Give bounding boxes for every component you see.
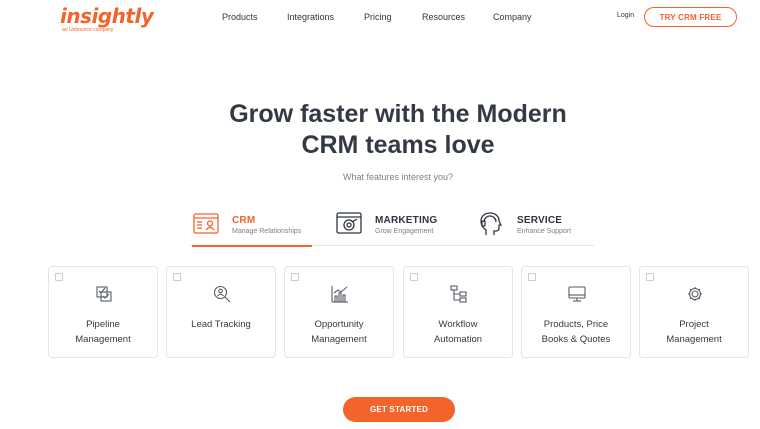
lead-search-icon	[213, 285, 231, 303]
logo-wordmark: insightly	[60, 4, 154, 28]
nav-company[interactable]: Company	[493, 12, 532, 22]
feature-checkbox[interactable]	[410, 273, 418, 281]
checklist-icon	[96, 286, 112, 302]
tab-service-title: SERVICE	[517, 215, 563, 226]
tab-crm-title: CRM	[232, 215, 256, 226]
feature-checkbox[interactable]	[173, 273, 181, 281]
monitor-icon	[568, 286, 586, 302]
tab-crm-subtitle: Manage Relationships	[232, 228, 302, 235]
tab-marketing[interactable]: MARKETING Grow Engagement	[335, 210, 455, 246]
nav-pricing[interactable]: Pricing	[364, 12, 392, 22]
crm-icon	[193, 213, 219, 234]
feature-card-opportunity[interactable]: Opportunity Management	[284, 266, 394, 358]
feature-label: Opportunity Management	[311, 319, 367, 345]
feature-card-lead-tracking[interactable]: Lead Tracking	[166, 266, 276, 358]
chart-icon	[331, 286, 348, 303]
site-header: insightly an Unbounce company Products I…	[0, 0, 760, 40]
tab-marketing-title: MARKETING	[375, 215, 438, 226]
feature-label: Pipeline Management	[75, 319, 131, 345]
feature-checkbox[interactable]	[291, 273, 299, 281]
feature-checkbox[interactable]	[55, 273, 63, 281]
feature-card-project[interactable]: Project Management	[639, 266, 749, 358]
marketing-icon	[336, 212, 362, 234]
gear-network-icon	[688, 287, 702, 301]
feature-label: Lead Tracking	[191, 319, 251, 330]
feature-checkbox[interactable]	[528, 273, 536, 281]
insightly-logo[interactable]: insightly an Unbounce company	[60, 4, 154, 36]
tab-crm[interactable]: CRM Manage Relationships	[192, 210, 312, 247]
feature-card-workflow[interactable]: Workflow Automation	[403, 266, 513, 358]
tab-service-subtitle: Enhance Support	[517, 228, 572, 235]
feature-card-pipeline[interactable]: Pipeline Management	[48, 266, 158, 358]
nav-resources[interactable]: Resources	[422, 12, 465, 22]
feature-label: Products, Price Books & Quotes	[541, 319, 611, 345]
tab-marketing-subtitle: Grow Engagement	[375, 228, 434, 235]
feature-card-products-quotes[interactable]: Products, Price Books & Quotes	[521, 266, 631, 358]
login-link[interactable]: Login	[617, 12, 634, 19]
hero-title: Grow faster with the Modern CRM teams lo…	[0, 99, 760, 161]
product-tabs: CRM Manage Relationships MARKETING Grow …	[190, 210, 594, 247]
hero-title-line1: Grow faster with the Modern	[229, 100, 567, 128]
feature-label: Project Management	[666, 319, 722, 345]
nav-integrations[interactable]: Integrations	[287, 12, 334, 22]
service-icon	[480, 212, 503, 235]
workflow-icon	[450, 285, 467, 303]
features-question: What features interest you?	[342, 172, 454, 182]
feature-checkbox[interactable]	[646, 273, 654, 281]
hero-title-line2: CRM teams love	[301, 131, 495, 159]
tab-service[interactable]: SERVICE Enhance Support	[477, 210, 592, 246]
nav-products[interactable]: Products	[222, 12, 258, 22]
get-started-button[interactable]: GET STARTED	[343, 397, 455, 422]
try-crm-free-button[interactable]: TRY CRM FREE	[644, 7, 737, 27]
feature-label: Workflow Automation	[433, 319, 483, 345]
